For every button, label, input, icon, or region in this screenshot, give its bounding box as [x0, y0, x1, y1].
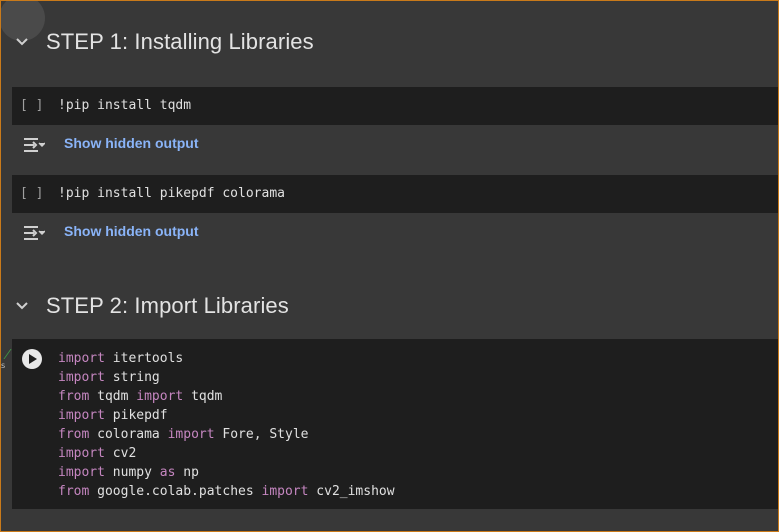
code-line[interactable]: import string: [58, 370, 160, 385]
section-title-step2: STEP 2: Import Libraries: [46, 293, 289, 318]
code-cell-1[interactable]: [ ] !pip install tqdm: [12, 87, 778, 125]
code-line[interactable]: import itertools: [58, 351, 183, 366]
code-cell-2[interactable]: [ ] !pip install pikepdf colorama: [12, 175, 778, 213]
side-marker-text: s: [1, 361, 6, 370]
code-keyword: import: [261, 484, 309, 499]
chevron-down-icon-svg: [16, 38, 28, 46]
chevron-down-icon[interactable]: [9, 29, 35, 55]
code-keyword: import: [58, 351, 105, 366]
code-line[interactable]: from tqdm import tqdm: [58, 389, 222, 404]
section-header-step2: STEP 2: Import Libraries: [1, 263, 778, 339]
section-title-step1: STEP 1: Installing Libraries: [46, 29, 314, 54]
code-keyword: import: [58, 408, 105, 423]
hidden-output-row-2: Show hidden output: [1, 213, 778, 263]
code-text: tqdm: [89, 389, 137, 404]
expand-output-icon[interactable]: [21, 223, 46, 243]
notebook-frame: STEP 1: Installing Libraries [ ] !pip in…: [0, 0, 779, 532]
execution-check-icon: [1, 349, 12, 359]
run-cell-button[interactable]: [ ]: [20, 98, 43, 113]
code-keyword: import: [58, 370, 105, 385]
code-keyword: import: [58, 446, 105, 461]
code-keyword: import: [58, 465, 105, 480]
code-line[interactable]: import cv2: [58, 446, 136, 461]
code-cell-3[interactable]: import itertools import string from tqdm i…: [12, 339, 778, 509]
code-text: string: [104, 370, 160, 385]
code-keyword: as: [159, 465, 176, 480]
code-keyword: from: [58, 389, 90, 404]
code-text: google.colab.patches: [89, 484, 262, 499]
code-text: Fore, Style: [214, 427, 309, 442]
play-icon[interactable]: [22, 349, 42, 369]
code-line[interactable]: from colorama import Fore, Style: [58, 427, 308, 442]
hidden-output-row-1: Show hidden output: [1, 125, 778, 175]
code-line[interactable]: !pip install pikepdf colorama: [58, 186, 285, 201]
code-keyword: import: [136, 389, 184, 404]
show-hidden-output-link[interactable]: Show hidden output: [64, 135, 199, 151]
section-header-step1: STEP 1: Installing Libraries: [1, 1, 778, 79]
code-line[interactable]: !pip install tqdm: [58, 98, 191, 113]
code-text: colorama: [89, 427, 168, 442]
code-text: pikepdf: [104, 408, 168, 423]
code-line[interactable]: import numpy as np: [58, 465, 199, 480]
expand-output-icon[interactable]: [21, 135, 46, 155]
chevron-down-icon[interactable]: [9, 293, 35, 319]
show-hidden-output-link[interactable]: Show hidden output: [64, 223, 199, 239]
code-text: numpy: [104, 465, 160, 480]
code-text: cv2: [104, 446, 137, 461]
code-text: np: [175, 465, 199, 480]
code-line[interactable]: from google.colab.patches import cv2_ims…: [58, 484, 395, 499]
code-text: cv2_imshow: [308, 484, 395, 499]
run-cell-button[interactable]: [ ]: [20, 186, 43, 201]
code-line[interactable]: import pikepdf: [58, 408, 168, 423]
code-keyword: from: [58, 427, 90, 442]
code-keyword: from: [58, 484, 90, 499]
code-text: tqdm: [183, 389, 223, 404]
code-text: itertools: [104, 351, 184, 366]
code-keyword: import: [167, 427, 215, 442]
